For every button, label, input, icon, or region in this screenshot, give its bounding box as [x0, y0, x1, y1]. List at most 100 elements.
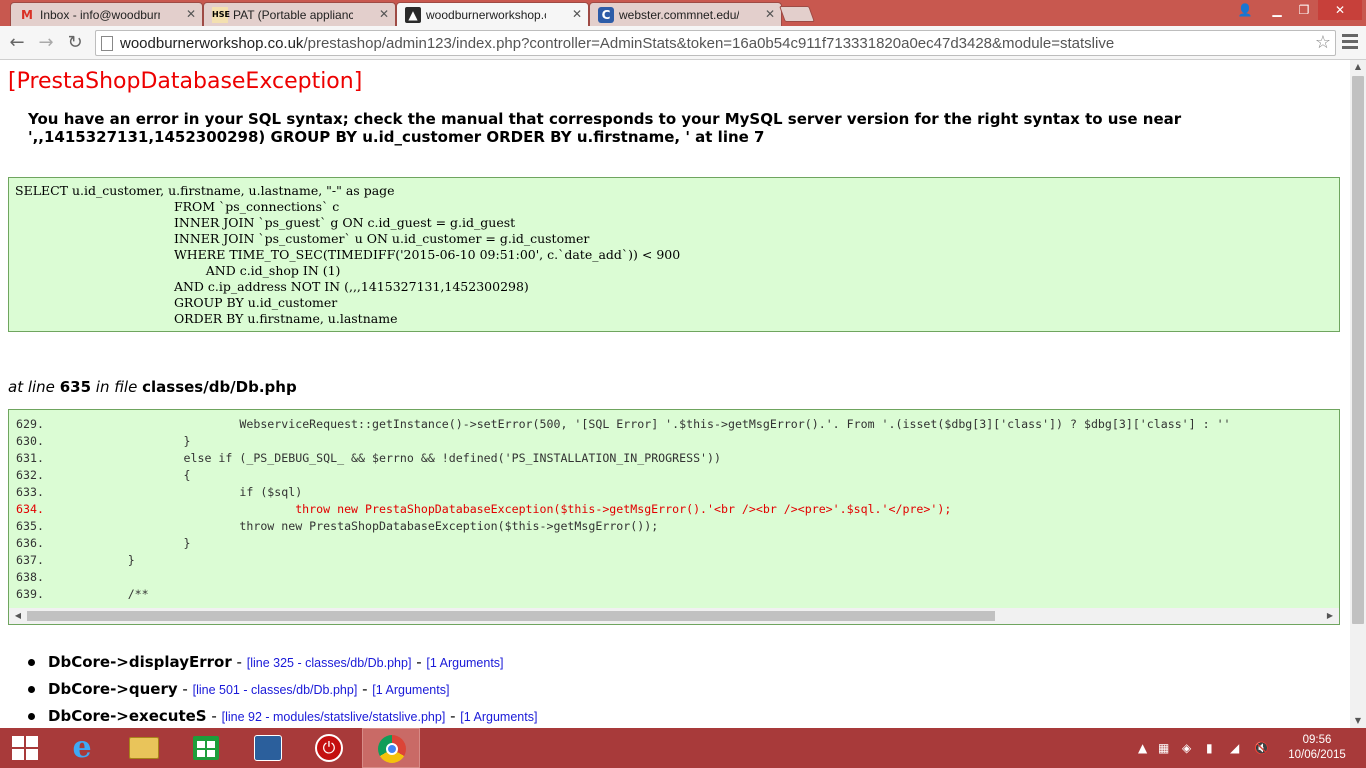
- clock-time: 09:56: [1302, 734, 1332, 746]
- hse-icon: HSE: [212, 7, 230, 23]
- folder-icon: [129, 737, 159, 759]
- horizontal-scrollbar[interactable]: ◀ ▶: [9, 608, 1339, 624]
- browser-tab[interactable]: M Inbox - info@woodburne ✕: [10, 2, 203, 26]
- chrome-icon: [378, 735, 406, 763]
- browser-tab[interactable]: C webster.commnet.edu/dl/ ✕: [589, 2, 782, 26]
- trace-arguments-link[interactable]: [1 Arguments]: [372, 683, 449, 697]
- line-number: 637.: [16, 553, 44, 567]
- chrome-menu-icon[interactable]: [1342, 34, 1358, 52]
- exception-title: [PrestaShopDatabaseException]: [8, 69, 363, 94]
- error-message: You have an error in your SQL syntax; ch…: [28, 110, 1182, 146]
- control-panel-taskbar-button[interactable]: [238, 728, 296, 768]
- start-button[interactable]: [0, 728, 58, 768]
- address-bar[interactable]: woodburnerworkshop.co.uk/prestashop/admi…: [95, 30, 1336, 56]
- app-tray-icon[interactable]: ◈: [1182, 728, 1191, 768]
- close-tab-icon[interactable]: ✕: [572, 7, 582, 21]
- system-clock[interactable]: 09:56 10/06/2015: [1282, 733, 1352, 763]
- code-text: else if (_PS_DEBUG_SQL_ && $errno && !de…: [78, 451, 721, 465]
- browser-tab-active[interactable]: ▲ woodburnerworkshop.co.u ✕: [396, 2, 589, 26]
- code-line: 638.: [16, 569, 78, 586]
- file-explorer-taskbar-button[interactable]: [114, 728, 172, 768]
- action-center-icon[interactable]: ▦: [1158, 728, 1169, 768]
- trace-location-link[interactable]: [line 501 - classes/db/Db.php]: [193, 683, 358, 697]
- restore-icon[interactable]: ❐: [1290, 0, 1318, 20]
- line-number: 630.: [16, 434, 44, 448]
- tab-label: PAT (Portable appliance te: [233, 8, 353, 22]
- close-tab-icon[interactable]: ✕: [765, 7, 775, 21]
- new-tab-button[interactable]: [779, 6, 815, 22]
- close-window-icon[interactable]: ✕: [1318, 0, 1362, 20]
- battery-icon[interactable]: ▮: [1206, 728, 1213, 768]
- trace-separator: -: [416, 653, 422, 671]
- tab-label: woodburnerworkshop.co.u: [426, 8, 546, 22]
- vertical-scrollbar[interactable]: ▲ ▼: [1350, 60, 1366, 728]
- code-line: 630. }: [16, 433, 191, 450]
- trace-separator: -: [236, 653, 242, 671]
- shutdown-taskbar-button[interactable]: ⏻: [300, 728, 358, 768]
- windows-taskbar: e ⏻ ▲ ▦ ◈ ▮ ◢ 🔇 09:56 10/06/2015: [0, 728, 1366, 768]
- code-line: 636. }: [16, 535, 191, 552]
- browser-tab-strip: M Inbox - info@woodburne ✕ HSE PAT (Port…: [0, 0, 1366, 26]
- line-number: 632.: [16, 468, 44, 482]
- page-viewport: [PrestaShopDatabaseException] You have a…: [0, 60, 1350, 728]
- trace-location-link[interactable]: [line 92 - modules/statslive/statslive.p…: [222, 710, 446, 724]
- line-number: 634.: [16, 502, 44, 516]
- code-line: 632. {: [16, 467, 191, 484]
- back-icon[interactable]: ←: [5, 31, 29, 55]
- scroll-down-icon[interactable]: ▼: [1350, 714, 1366, 728]
- trace-arguments-link[interactable]: [1 Arguments]: [460, 710, 537, 724]
- commnet-icon: C: [598, 7, 614, 23]
- scroll-right-icon[interactable]: ▶: [1323, 608, 1337, 624]
- user-icon[interactable]: 👤: [1234, 0, 1256, 20]
- code-text: /**: [78, 587, 149, 601]
- url-path: /prestashop/admin123/index.php?controlle…: [303, 35, 1115, 52]
- scroll-left-icon[interactable]: ◀: [11, 608, 25, 624]
- minimize-icon[interactable]: ▁: [1264, 0, 1290, 20]
- line-number: 635: [59, 378, 92, 396]
- stack-trace-item: DbCore->displayError - [line 325 - class…: [28, 653, 537, 680]
- close-tab-icon[interactable]: ✕: [379, 7, 389, 21]
- forward-icon[interactable]: →: [34, 31, 58, 55]
- horizontal-scroll-thumb[interactable]: [27, 611, 995, 621]
- show-hidden-icons-icon[interactable]: ▲: [1138, 728, 1147, 768]
- code-line: 631. else if (_PS_DEBUG_SQL_ && $errno &…: [16, 450, 721, 467]
- reload-icon[interactable]: ↻: [63, 31, 87, 55]
- close-tab-icon[interactable]: ✕: [186, 7, 196, 21]
- line-number: 638.: [16, 570, 44, 584]
- bookmark-star-icon[interactable]: ☆: [1315, 32, 1331, 53]
- stack-trace-item: DbCore->query - [line 501 - classes/db/D…: [28, 680, 537, 707]
- store-taskbar-button[interactable]: [176, 728, 234, 768]
- clock-date: 10/06/2015: [1288, 749, 1346, 761]
- code-text: }: [78, 553, 135, 567]
- signal-icon[interactable]: ◢: [1230, 728, 1239, 768]
- trace-arguments-link[interactable]: [1 Arguments]: [426, 656, 503, 670]
- line-number: 639.: [16, 587, 44, 601]
- code-line-error: 634. throw new PrestaShopDatabaseExcepti…: [16, 501, 951, 518]
- code-line: 629. WebserviceRequest::getInstance()->s…: [16, 416, 1231, 433]
- trace-function: DbCore->displayError: [48, 653, 232, 671]
- trace-function: DbCore->query: [48, 680, 178, 698]
- trace-separator: -: [362, 680, 368, 698]
- at-line-label: at line: [8, 378, 55, 396]
- url-host: woodburnerworkshop.co.uk: [120, 35, 304, 52]
- url-text[interactable]: woodburnerworkshop.co.uk/prestashop/admi…: [120, 35, 1114, 52]
- scroll-up-icon[interactable]: ▲: [1350, 60, 1366, 74]
- code-text: WebserviceRequest::getInstance()->setErr…: [78, 417, 1231, 431]
- trace-separator: -: [450, 707, 456, 725]
- trace-function: DbCore->executeS: [48, 707, 207, 725]
- file-path: classes/db/Db.php: [142, 378, 297, 396]
- line-number: 633.: [16, 485, 44, 499]
- internet-explorer-taskbar-button[interactable]: e: [52, 728, 110, 768]
- code-text: throw new PrestaShopDatabaseException($t…: [78, 502, 952, 516]
- bullet-icon: [28, 659, 35, 666]
- bullet-icon: [28, 713, 35, 720]
- vertical-scroll-thumb[interactable]: [1352, 76, 1364, 624]
- code-text: }: [78, 434, 191, 448]
- volume-icon[interactable]: 🔇: [1254, 728, 1269, 768]
- browser-tab[interactable]: HSE PAT (Portable appliance te ✕: [203, 2, 396, 26]
- code-line: 639. /**: [16, 586, 149, 603]
- power-icon: ⏻: [315, 734, 343, 762]
- trace-location-link[interactable]: [line 325 - classes/db/Db.php]: [247, 656, 412, 670]
- line-number: 629.: [16, 417, 44, 431]
- chrome-taskbar-button[interactable]: [362, 728, 420, 768]
